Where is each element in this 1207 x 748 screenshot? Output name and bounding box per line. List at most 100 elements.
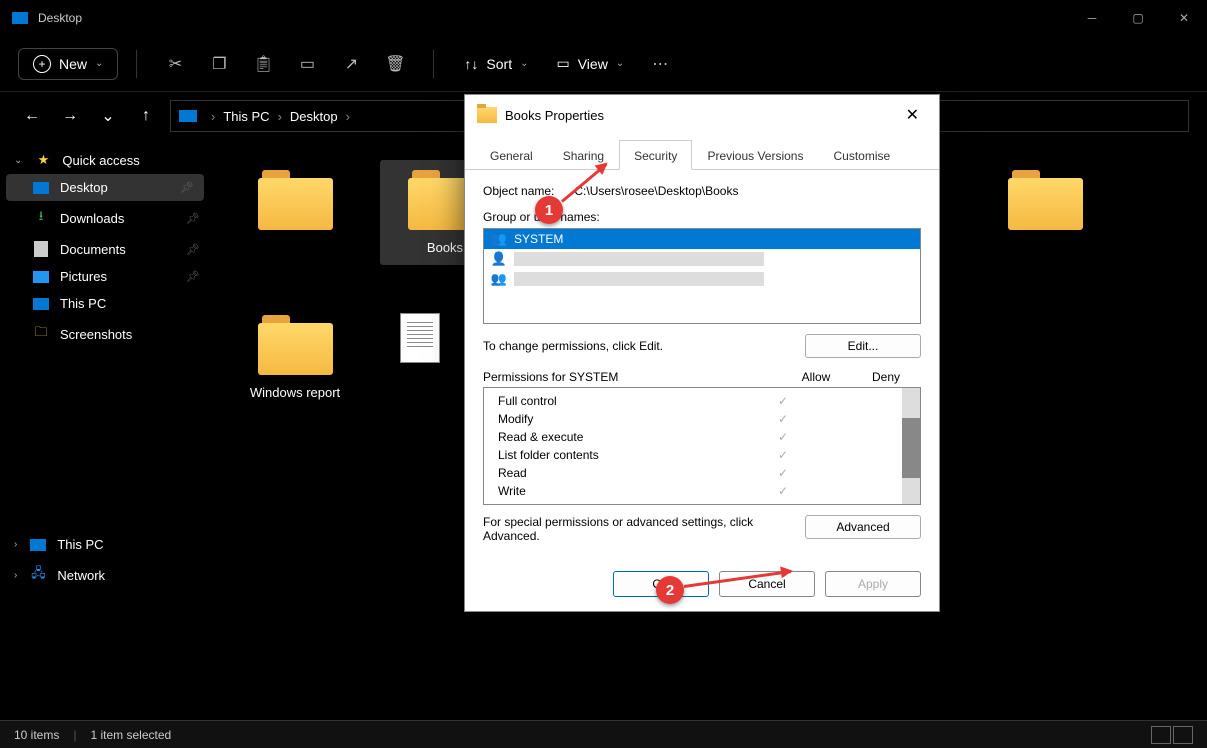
dialog-tabs: General Sharing Security Previous Versio… <box>465 139 939 170</box>
up-button[interactable]: ↑ <box>132 107 160 125</box>
sidebar-item-label: Documents <box>60 242 126 257</box>
delete-icon[interactable]: 🗑︎ <box>375 44 415 84</box>
allow-header: Allow <box>781 370 851 384</box>
plus-icon: + <box>33 55 51 73</box>
folder-item-windows-report[interactable]: Windows report <box>230 305 360 410</box>
folder-icon <box>258 170 333 230</box>
sidebar: ⌄ ★ Quick access Desktop 📌︎ ⭳ Downloads … <box>0 140 210 720</box>
properties-dialog: Books Properties ✕ General Sharing Secur… <box>464 94 940 612</box>
check-icon: ✓ <box>748 466 818 480</box>
perm-row-write[interactable]: Write✓ <box>484 482 902 500</box>
forward-button[interactable]: → <box>56 107 84 125</box>
group-row[interactable]: 👥 <box>484 269 920 289</box>
minimize-button[interactable]: ─ <box>1069 0 1115 36</box>
group-row[interactable]: 👤 <box>484 249 920 269</box>
tab-customise[interactable]: Customise <box>818 140 905 170</box>
folder-item[interactable] <box>980 160 1110 265</box>
tab-security[interactable]: Security <box>619 140 692 170</box>
apply-button[interactable]: Apply <box>825 571 921 597</box>
history-dropdown[interactable]: ⌄ <box>94 106 122 126</box>
folder-icon <box>477 107 497 123</box>
tab-previous-versions[interactable]: Previous Versions <box>692 140 818 170</box>
breadcrumb-root[interactable]: This PC <box>223 109 269 124</box>
pin-icon: 📌︎ <box>186 270 200 283</box>
check-icon: ✓ <box>748 394 818 408</box>
chevron-right-icon[interactable]: › <box>14 539 17 550</box>
file-item[interactable] <box>380 305 460 410</box>
perm-row-modify[interactable]: Modify✓ <box>484 410 902 428</box>
check-icon: ✓ <box>748 412 818 426</box>
new-button[interactable]: + New ⌄ <box>18 48 118 80</box>
sidebar-network-root[interactable]: › 🖧 Network <box>0 558 210 592</box>
copy-icon[interactable]: ❐ <box>199 44 239 84</box>
sidebar-item-documents[interactable]: Documents 📌︎ <box>0 235 210 263</box>
title-bar: Desktop ─ ▢ ✕ <box>0 0 1207 36</box>
paste-icon[interactable]: 📋︎ <box>243 44 283 84</box>
window-title: Desktop <box>38 11 82 25</box>
group-row-system[interactable]: 👥 SYSTEM <box>484 229 920 249</box>
folder-label: Windows report <box>234 385 356 400</box>
toolbar: + New ⌄ ✂ ❐ 📋︎ ▭ ↗ 🗑︎ ↑↓ Sort ⌄ ▭ View ⌄… <box>0 36 1207 92</box>
divider <box>136 50 137 78</box>
share-icon[interactable]: ↗ <box>331 44 371 84</box>
sidebar-item-screenshots[interactable]: 🗀 Screenshots <box>0 317 210 351</box>
quick-access-label: Quick access <box>62 153 139 168</box>
chevron-right-icon: › <box>211 109 215 124</box>
sidebar-item-pictures[interactable]: Pictures 📌︎ <box>0 263 210 290</box>
sidebar-quick-access[interactable]: ⌄ ★ Quick access <box>0 146 210 174</box>
chevron-down-icon[interactable]: ⌄ <box>14 155 22 166</box>
close-button[interactable]: ✕ <box>1161 0 1207 36</box>
sort-icon: ↑↓ <box>464 56 478 72</box>
sidebar-thispc-root[interactable]: › This PC <box>0 531 210 558</box>
back-button[interactable]: ← <box>18 107 46 125</box>
breadcrumb-current[interactable]: Desktop <box>290 109 338 124</box>
status-selected: 1 item selected <box>90 728 171 742</box>
sidebar-item-label: Desktop <box>60 180 108 195</box>
dialog-title-bar[interactable]: Books Properties ✕ <box>465 95 939 135</box>
chevron-right-icon[interactable]: › <box>14 570 17 581</box>
close-icon[interactable]: ✕ <box>898 101 927 129</box>
sort-menu[interactable]: ↑↓ Sort ⌄ <box>452 56 540 72</box>
textfile-icon <box>400 313 440 363</box>
chevron-down-icon: ⌄ <box>616 58 624 69</box>
perm-row-read[interactable]: Read✓ <box>484 464 902 482</box>
tab-general[interactable]: General <box>475 140 548 170</box>
maximize-button[interactable]: ▢ <box>1115 0 1161 36</box>
object-name-value: C:\Users\rosee\Desktop\Books <box>574 184 738 198</box>
thispc-icon <box>30 539 46 551</box>
perm-row-full[interactable]: Full control✓ <box>484 392 902 410</box>
view-icon: ▭ <box>556 55 569 72</box>
sidebar-item-desktop[interactable]: Desktop 📌︎ <box>6 174 204 201</box>
more-icon[interactable]: ⋯ <box>640 44 680 84</box>
rename-icon[interactable]: ▭ <box>287 44 327 84</box>
users-icon: 👥 <box>490 231 508 247</box>
deny-header: Deny <box>851 370 921 384</box>
advanced-hint: For special permissions or advanced sett… <box>483 515 793 543</box>
view-menu[interactable]: ▭ View ⌄ <box>544 55 636 72</box>
sidebar-item-thispc[interactable]: This PC <box>0 290 210 317</box>
perm-row-readexec[interactable]: Read & execute✓ <box>484 428 902 446</box>
view-label: View <box>578 56 608 72</box>
group-name: SYSTEM <box>514 232 563 246</box>
view-details-button[interactable] <box>1151 726 1171 744</box>
advanced-button[interactable]: Advanced <box>805 515 921 539</box>
check-icon: ✓ <box>748 448 818 462</box>
user-icon: 👤 <box>490 251 508 267</box>
folder-item[interactable] <box>230 160 360 265</box>
divider <box>433 50 434 78</box>
pin-icon: 📌︎ <box>180 181 194 194</box>
folder-icon <box>258 315 333 375</box>
pictures-icon <box>33 271 49 283</box>
view-icons-button[interactable] <box>1173 726 1193 744</box>
cut-icon[interactable]: ✂ <box>155 44 195 84</box>
edit-button[interactable]: Edit... <box>805 334 921 358</box>
dialog-title: Books Properties <box>505 108 604 123</box>
group-listbox[interactable]: 👥 SYSTEM 👤 👥 <box>483 228 921 324</box>
perm-row-list[interactable]: List folder contents✓ <box>484 446 902 464</box>
scrollbar[interactable] <box>902 388 920 504</box>
desktop-icon <box>33 182 49 194</box>
annotation-callout-2: 2 <box>656 576 684 604</box>
permissions-listbox[interactable]: Full control✓ Modify✓ Read & execute✓ Li… <box>483 387 921 505</box>
sidebar-item-downloads[interactable]: ⭳ Downloads 📌︎ <box>0 201 210 235</box>
check-icon: ✓ <box>748 430 818 444</box>
